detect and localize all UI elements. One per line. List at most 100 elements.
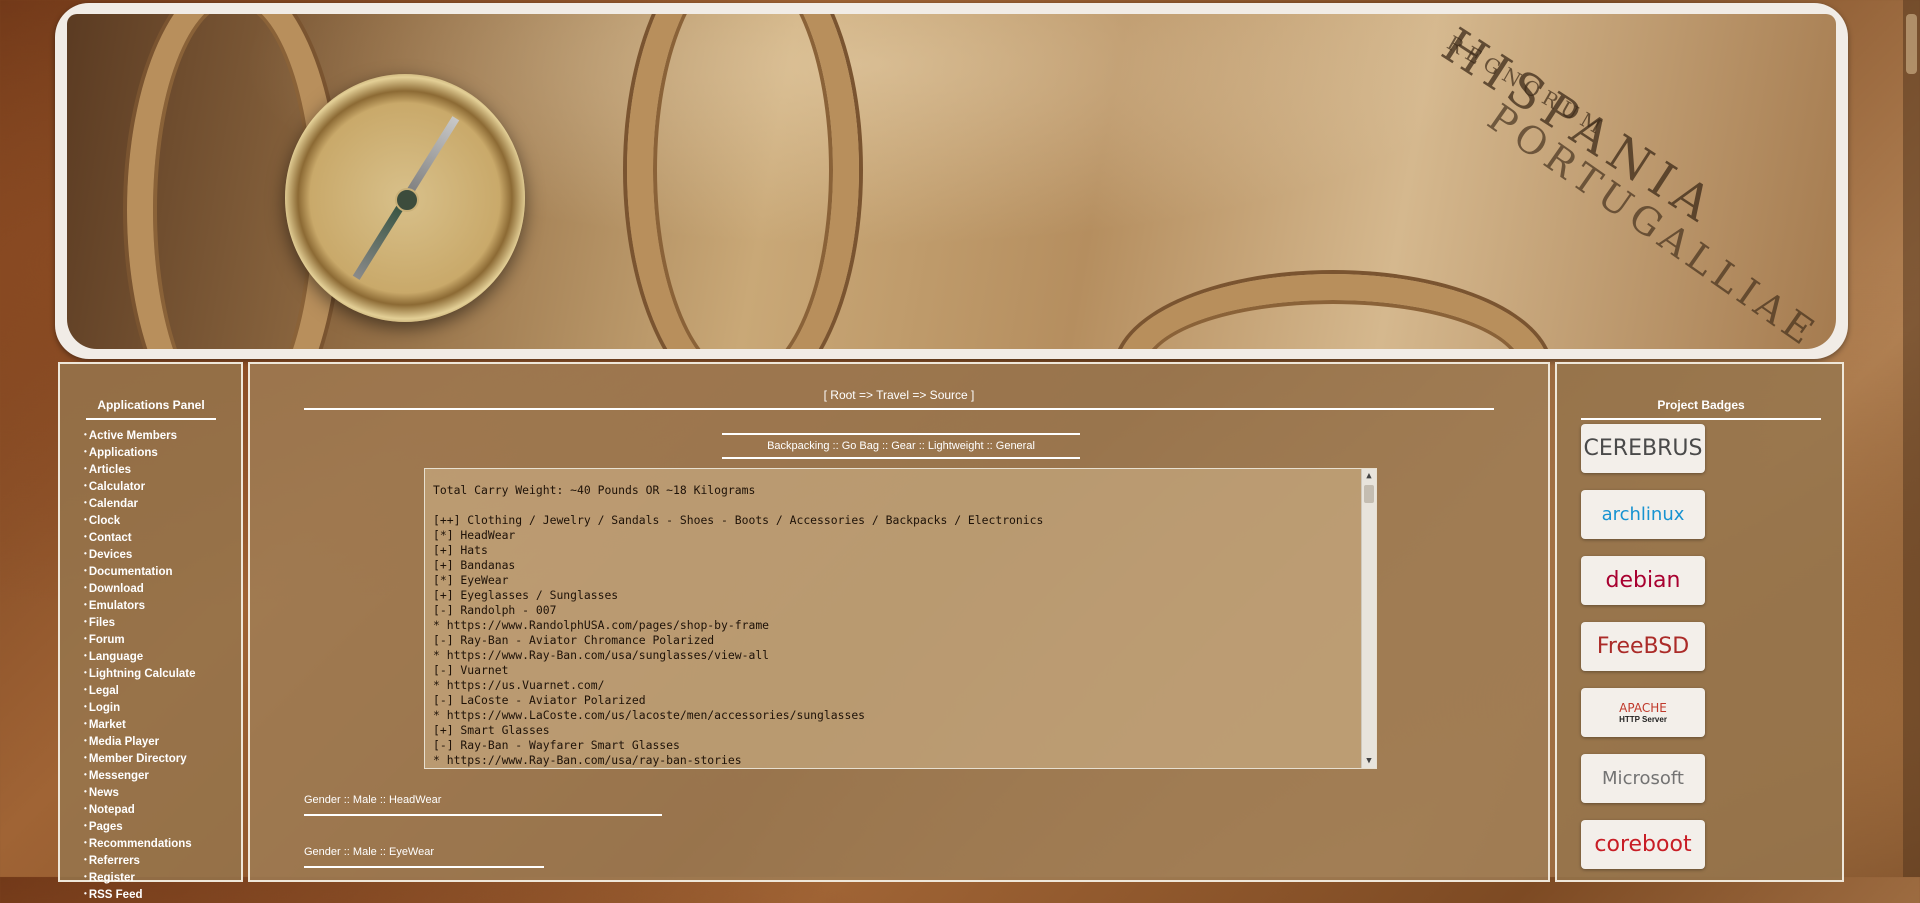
gear-list-textarea[interactable]: Total Carry Weight: ~40 Pounds OR ~18 Ki… <box>424 468 1377 769</box>
app-link[interactable]: Emulators <box>89 600 145 612</box>
bullet-icon: • <box>84 549 87 558</box>
category-trail-link[interactable]: Backpacking :: Go Bag :: Gear :: Lightwe… <box>767 440 1035 452</box>
project-badge[interactable]: FreeBSD <box>1581 622 1705 671</box>
project-badges-panel: Project Badges CEREBRUS archlinux debian Fr… <box>1555 362 1844 882</box>
section-headwear-link[interactable]: Gender :: Male :: HeadWear <box>304 794 441 806</box>
bullet-icon: • <box>84 617 87 626</box>
app-list-item: • Contact <box>84 529 196 546</box>
bullet-icon: • <box>84 702 87 711</box>
app-link[interactable]: Register <box>89 872 135 884</box>
project-badge[interactable]: archlinux <box>1581 490 1705 539</box>
app-list-item: • Market <box>84 716 196 733</box>
app-link[interactable]: RSS Feed <box>89 889 143 901</box>
app-link[interactable]: Media Player <box>89 736 159 748</box>
app-link[interactable]: Active Members <box>89 430 177 442</box>
app-link[interactable]: Referrers <box>89 855 140 867</box>
section-eyewear-link[interactable]: Gender :: Male :: EyeWear <box>304 846 434 858</box>
app-link[interactable]: Articles <box>89 464 131 476</box>
app-link[interactable]: Calendar <box>89 498 138 510</box>
app-list-item: • Media Player <box>84 733 196 750</box>
bullet-icon: • <box>84 668 87 677</box>
badge-label: APACHE <box>1619 701 1667 715</box>
app-link[interactable]: Recommendations <box>89 838 192 850</box>
bullet-icon: • <box>84 566 87 575</box>
app-link[interactable]: Lightning Calculate <box>89 668 196 680</box>
app-link[interactable]: Forum <box>89 634 125 646</box>
bullet-icon: • <box>84 430 87 439</box>
project-badge[interactable]: CEREBRUS <box>1581 424 1705 473</box>
app-list-item: • Devices <box>84 546 196 563</box>
section-headwear: Gender :: Male :: HeadWear <box>304 794 662 816</box>
app-list-item: • News <box>84 784 196 801</box>
gear-list-line: [+] Eyeglasses / Sunglasses <box>433 588 619 602</box>
breadcrumb-link[interactable]: [ Root => Travel => Source ] <box>824 388 975 402</box>
gear-list-line: * https://www.RandolphUSA.com/pages/shop… <box>433 618 770 632</box>
app-link[interactable]: Devices <box>89 549 132 561</box>
bullet-icon: • <box>84 804 87 813</box>
app-list-item: • Articles <box>84 461 196 478</box>
applications-panel: Applications Panel • Active Members • Appli… <box>58 362 243 901</box>
app-link[interactable]: Clock <box>89 515 120 527</box>
gear-list-line: [*] EyeWear <box>433 573 509 587</box>
app-link[interactable]: Login <box>89 702 120 714</box>
app-link[interactable]: Pages <box>89 821 123 833</box>
app-link[interactable]: Download <box>89 583 144 595</box>
page-scrollbar[interactable] <box>1903 0 1920 877</box>
app-link[interactable]: News <box>89 787 119 799</box>
app-list-item: • Messenger <box>84 767 196 784</box>
scrollbar-thumb[interactable] <box>1364 485 1374 503</box>
gear-list-line: [++] Clothing / Jewelry / Sandals - Shoe… <box>433 513 1044 527</box>
bullet-icon: • <box>84 838 87 847</box>
app-link[interactable]: Notepad <box>89 804 135 816</box>
category-trail: Backpacking :: Go Bag :: Gear :: Lightwe… <box>722 433 1080 459</box>
app-link[interactable]: Files <box>89 617 115 629</box>
app-list-item: • Active Members <box>84 427 196 444</box>
app-link[interactable]: Contact <box>89 532 132 544</box>
app-list-item: • Language <box>84 648 196 665</box>
app-list-item: • Calculator <box>84 478 196 495</box>
badge-sublabel: HTTP Server <box>1619 715 1667 724</box>
map-title: HISPANIA <box>1432 17 1728 237</box>
scroll-up-arrow-icon[interactable]: ▲ <box>1362 469 1376 483</box>
project-badge[interactable]: debian <box>1581 556 1705 605</box>
bullet-icon: • <box>84 532 87 541</box>
app-link[interactable]: Member Directory <box>89 753 187 765</box>
bullet-icon: • <box>84 481 87 490</box>
bullet-icon: • <box>84 651 87 660</box>
app-link[interactable]: Calculator <box>89 481 145 493</box>
main-content-panel: [ Root => Travel => Source ] Backpacking… <box>248 362 1550 882</box>
gear-list-line: [-] LaCoste - Aviator Polarized <box>433 693 646 707</box>
badge-label: Microsoft <box>1602 768 1684 789</box>
bullet-icon: • <box>84 600 87 609</box>
project-badge[interactable]: coreboot <box>1581 820 1705 869</box>
gear-list-line: * https://us.Vuarnet.com/ <box>433 678 605 692</box>
app-link[interactable]: Applications <box>89 447 158 459</box>
compass-graphic <box>285 74 525 322</box>
gear-list-line: [-] Ray-Ban - Wayfarer Smart Glasses <box>433 738 680 752</box>
app-list-item: • Register <box>84 869 196 886</box>
textarea-scrollbar[interactable]: ▲ ▼ <box>1361 469 1376 768</box>
badge-label: CEREBRUS <box>1583 436 1703 461</box>
app-list-item: • Login <box>84 699 196 716</box>
app-link[interactable]: Documentation <box>89 566 173 578</box>
app-link[interactable]: Legal <box>89 685 119 697</box>
page-scrollbar-thumb[interactable] <box>1906 14 1917 74</box>
app-list-item: • Legal <box>84 682 196 699</box>
app-list-item: • Lightning Calculate <box>84 665 196 682</box>
project-badge[interactable]: Microsoft <box>1581 754 1705 803</box>
app-list-item: • Clock <box>84 512 196 529</box>
gear-list-line: [+] Bandanas <box>433 558 516 572</box>
app-link[interactable]: Market <box>89 719 126 731</box>
project-badge[interactable]: APACHE HTTP Server <box>1581 688 1705 737</box>
scroll-down-arrow-icon[interactable]: ▼ <box>1362 754 1376 768</box>
header-banner: REGNORUM HISPANIA PORTUGALLIAE <box>67 14 1836 349</box>
app-list-item: • Download <box>84 580 196 597</box>
app-list-item: • Emulators <box>84 597 196 614</box>
bullet-icon: • <box>84 736 87 745</box>
app-link[interactable]: Language <box>89 651 143 663</box>
app-list-item: • Calendar <box>84 495 196 512</box>
app-link[interactable]: Messenger <box>89 770 149 782</box>
gear-list-line: [-] Vuarnet <box>433 663 509 677</box>
app-list-item: • Referrers <box>84 852 196 869</box>
bullet-icon: • <box>84 770 87 779</box>
